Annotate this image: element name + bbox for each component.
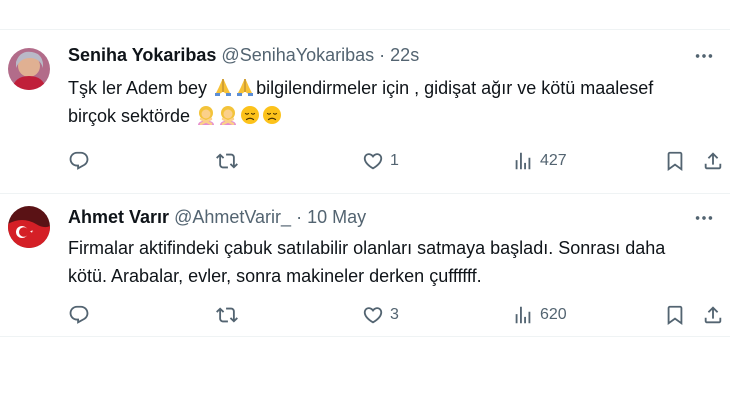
view-count: 427 xyxy=(540,152,567,169)
heart-icon xyxy=(362,304,384,326)
author-name[interactable]: Ahmet Varır xyxy=(68,207,169,227)
like-count: 3 xyxy=(390,306,399,323)
bookmark-icon xyxy=(664,150,686,172)
more-options-icon[interactable] xyxy=(692,207,716,229)
folded-hands-emoji-icon xyxy=(235,77,255,97)
tweet-header: Ahmet Varır @AhmetVarir_ · 10 May xyxy=(68,206,366,228)
share-button[interactable] xyxy=(702,302,724,328)
retweet-icon xyxy=(216,304,238,326)
woman-gesturing-no-emoji-icon xyxy=(196,105,216,125)
author-handle[interactable]: @AhmetVarir_ xyxy=(174,207,291,227)
tweet-text-part: birçok sektörde xyxy=(68,106,191,126)
tweet-actions: 1 427 xyxy=(68,148,718,174)
tweet-text: Firmalar aktifindeki çabuk satılabilir o… xyxy=(68,234,718,290)
bookmark-icon xyxy=(664,304,686,326)
tweet-ahmet[interactable]: Ahmet Varır @AhmetVarir_ · 10 May Firmal… xyxy=(0,194,730,336)
views-button[interactable]: 427 xyxy=(512,148,567,174)
views-chart-icon xyxy=(512,150,534,172)
reply-button[interactable] xyxy=(68,148,96,174)
tweet-seniha[interactable]: Seniha Yokaribas @SenihaYokaribas · 22s … xyxy=(0,30,730,194)
folded-hands-emoji-icon xyxy=(213,77,233,97)
reply-icon xyxy=(68,304,90,326)
tweet-time[interactable]: 22s xyxy=(390,45,419,65)
share-icon xyxy=(702,150,724,172)
tweet-text: Tşk ler Adem bey bilgilendirmeler için ,… xyxy=(68,74,718,130)
tweet-time[interactable]: 10 May xyxy=(307,207,366,227)
tweet-text-line: Firmalar aktifindeki çabuk satılabilir o… xyxy=(68,238,666,258)
like-button[interactable]: 3 xyxy=(362,302,399,328)
tweet-text-part: bilgilendirmeler için , gidişat ağır ve … xyxy=(256,78,654,98)
like-count: 1 xyxy=(390,152,399,169)
retweet-button[interactable] xyxy=(216,148,244,174)
author-handle[interactable]: @SenihaYokaribas xyxy=(221,45,374,65)
tweet-text-line: kötü. Arabalar, evler, sonra makineler d… xyxy=(68,266,482,286)
reply-icon xyxy=(68,150,90,172)
like-button[interactable]: 1 xyxy=(362,148,399,174)
share-button[interactable] xyxy=(702,148,724,174)
bottom-divider xyxy=(0,336,730,337)
tweet-text-part: Tşk ler Adem bey xyxy=(68,78,208,98)
author-name[interactable]: Seniha Yokaribas xyxy=(68,45,216,65)
separator-dot: · xyxy=(296,207,303,227)
tweet-header: Seniha Yokaribas @SenihaYokaribas · 22s xyxy=(68,44,419,66)
retweet-icon xyxy=(216,150,238,172)
woman-gesturing-no-emoji-icon xyxy=(218,105,238,125)
heart-icon xyxy=(362,150,384,172)
views-button[interactable]: 620 xyxy=(512,302,567,328)
disappointed-face-emoji-icon xyxy=(240,105,260,125)
tweet-actions: 3 620 xyxy=(68,302,718,328)
bookmark-button[interactable] xyxy=(664,302,686,328)
avatar[interactable] xyxy=(8,48,50,90)
more-options-icon[interactable] xyxy=(692,45,716,67)
bookmark-button[interactable] xyxy=(664,148,686,174)
views-chart-icon xyxy=(512,304,534,326)
separator-dot: · xyxy=(379,45,386,65)
avatar[interactable] xyxy=(8,206,50,248)
share-icon xyxy=(702,304,724,326)
disappointed-face-emoji-icon xyxy=(262,105,282,125)
view-count: 620 xyxy=(540,306,567,323)
reply-button[interactable] xyxy=(68,302,96,328)
retweet-button[interactable] xyxy=(216,302,244,328)
